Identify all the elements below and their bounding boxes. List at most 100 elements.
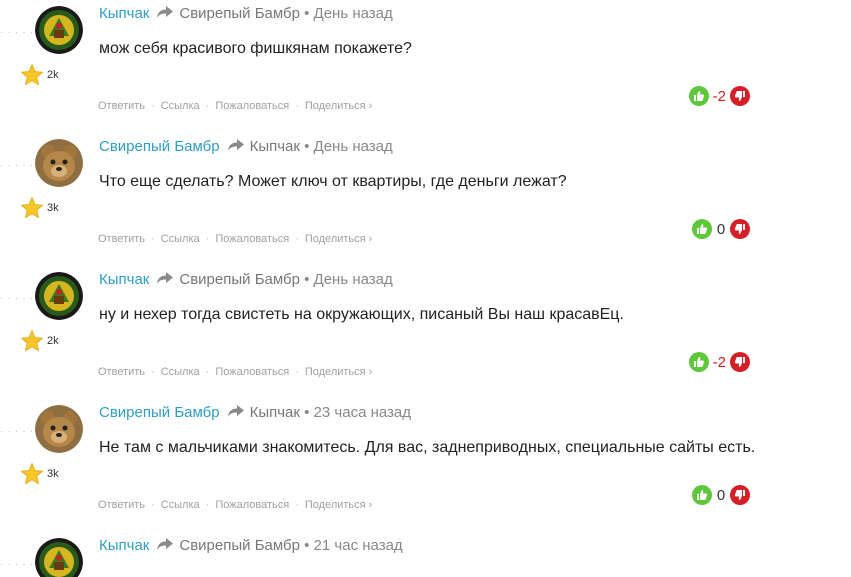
comment-text: мож себя красивого фишкянам покажете? xyxy=(99,40,412,57)
thumbs-down-icon xyxy=(734,490,745,500)
reply-button[interactable]: Ответить xyxy=(98,366,145,378)
share-button[interactable]: Поделиться › xyxy=(305,499,372,511)
avatar[interactable] xyxy=(35,405,83,453)
bear-avatar-icon xyxy=(35,139,83,187)
comment-actions: Ответить · Ссылка · Пожаловаться · Поделиться … xyxy=(98,100,372,112)
emblem-avatar-icon xyxy=(35,272,83,320)
upvote-button[interactable] xyxy=(688,352,709,372)
separator: · xyxy=(151,100,155,112)
downvote-button[interactable] xyxy=(730,485,750,505)
link-button[interactable]: Ссылка xyxy=(161,499,200,511)
avatar[interactable] xyxy=(35,139,83,187)
vote-score: 0 xyxy=(716,220,726,238)
separator: · xyxy=(205,233,210,245)
comment-time: • День назад xyxy=(304,271,393,288)
report-button[interactable]: Пожаловаться xyxy=(215,100,289,112)
thumbs-down-icon xyxy=(734,357,745,367)
thread-dots: · · · · · xyxy=(0,426,34,436)
avatar[interactable] xyxy=(35,272,83,320)
comment-time: • 23 часа назад xyxy=(304,404,412,421)
reply-to-link[interactable]: Кыпчак xyxy=(250,404,300,421)
comment-actions: Ответить · Ссылка · Пожаловаться · Поделиться … xyxy=(98,233,372,245)
star-icon xyxy=(20,63,44,86)
rating-value: 3k xyxy=(47,202,59,214)
separator: · xyxy=(151,499,155,511)
comment-header: Кыпчак Свирепый Бамбр • День назад xyxy=(99,270,393,290)
comment-header: Кыпчак Свирепый Бамбр • 21 час назад xyxy=(99,536,403,556)
emblem-avatar-icon xyxy=(35,6,83,54)
separator: · xyxy=(295,233,299,245)
separator: · xyxy=(295,100,299,112)
thread-dots: · · · · · xyxy=(0,559,34,569)
star-icon xyxy=(20,329,44,352)
star-icon xyxy=(20,196,44,219)
separator: · xyxy=(205,366,210,378)
comment: · · · · · 3k Свирепый Бамбр Кыпчак • 23 ч… xyxy=(0,399,851,532)
reply-to-link[interactable]: Кыпчак xyxy=(250,138,300,155)
avatar[interactable] xyxy=(35,538,83,577)
link-button[interactable]: Ссылка xyxy=(161,366,200,378)
comment-time: • 21 час назад xyxy=(304,537,403,554)
separator: · xyxy=(295,366,299,378)
link-button[interactable]: Ссылка xyxy=(161,233,200,245)
comment-header: Свирепый Бамбр Кыпчак • День назад xyxy=(99,137,393,157)
report-button[interactable]: Пожаловаться xyxy=(215,499,289,511)
downvote-button[interactable] xyxy=(730,219,750,239)
reply-to-link[interactable]: Свирепый Бамбр xyxy=(179,537,300,554)
link-button[interactable]: Ссылка xyxy=(161,100,200,112)
upvote-button[interactable] xyxy=(692,219,712,239)
report-button[interactable]: Пожаловаться xyxy=(215,366,289,378)
author-link[interactable]: Свирепый Бамбр xyxy=(99,138,220,155)
reply-to-link[interactable]: Свирепый Бамбр xyxy=(179,5,300,22)
rating-value: 3k xyxy=(47,468,59,480)
thread-dots: · · · · · xyxy=(0,160,34,170)
vote-controls: -2 xyxy=(688,351,750,373)
author-link[interactable]: Кыпчак xyxy=(99,537,149,554)
star-icon xyxy=(20,462,44,485)
share-button[interactable]: Поделиться › xyxy=(305,100,372,112)
comment: · · · · · Кыпчак Свирепый Бамбр • 21 час … xyxy=(0,532,851,577)
separator: · xyxy=(205,499,210,511)
reply-button[interactable]: Ответить xyxy=(98,499,145,511)
share-button[interactable]: Поделиться › xyxy=(305,233,372,245)
vote-controls: 0 xyxy=(692,218,750,240)
comment: · · · · · 2k Кыпчак Свирепый Бамбр • День… xyxy=(0,266,851,399)
separator: · xyxy=(151,366,155,378)
upvote-button[interactable] xyxy=(692,485,712,505)
separator: · xyxy=(295,499,299,511)
bear-avatar-icon xyxy=(35,405,83,453)
comment: · · · · · 2k Кыпчак Свирепый Бамбр • День… xyxy=(0,0,851,133)
share-button[interactable]: Поделиться › xyxy=(305,366,372,378)
thumbs-down-icon xyxy=(734,91,745,101)
comment-text: Не там с мальчиками знакомитесь. Для вас… xyxy=(99,439,756,456)
upvote-button[interactable] xyxy=(688,86,709,106)
reply-button[interactable]: Ответить xyxy=(98,100,145,112)
author-link[interactable]: Кыпчак xyxy=(99,271,149,288)
rating-value: 2k xyxy=(47,335,59,347)
separator: · xyxy=(205,100,210,112)
author-link[interactable]: Свирепый Бамбр xyxy=(99,404,220,421)
report-button[interactable]: Пожаловаться xyxy=(215,233,289,245)
thumbs-up-icon xyxy=(697,224,708,234)
thumbs-up-icon xyxy=(697,490,708,500)
thread-dots: · · · · · xyxy=(0,27,34,37)
comment-actions: Ответить · Ссылка · Пожаловаться · Поделиться … xyxy=(98,499,372,511)
comment-header: Кыпчак Свирепый Бамбр • День назад xyxy=(99,4,393,24)
emblem-avatar-icon xyxy=(35,538,83,577)
avatar[interactable] xyxy=(35,6,83,54)
rating-value: 2k xyxy=(47,69,59,81)
vote-controls: 0 xyxy=(692,484,750,506)
downvote-button[interactable] xyxy=(730,352,750,372)
reply-button[interactable]: Ответить xyxy=(98,233,145,245)
vote-score: -2 xyxy=(712,87,726,105)
reply-arrow-icon xyxy=(227,139,244,151)
thumbs-up-icon xyxy=(693,91,704,101)
thumbs-up-icon xyxy=(693,357,704,367)
author-link[interactable]: Кыпчак xyxy=(99,5,149,22)
reply-arrow-icon xyxy=(157,6,174,18)
reply-to-link[interactable]: Свирепый Бамбр xyxy=(179,271,300,288)
reply-arrow-icon xyxy=(157,538,174,550)
comment: · · · · · 3k Свирепый Бамбр Кыпчак • День… xyxy=(0,133,851,266)
separator: · xyxy=(151,233,155,245)
downvote-button[interactable] xyxy=(730,86,750,106)
